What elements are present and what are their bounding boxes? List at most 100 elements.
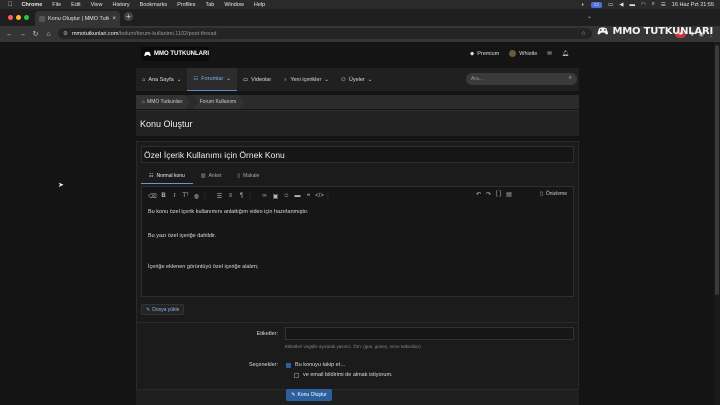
page-title: Konu Oluştur	[140, 119, 193, 129]
chevron-down-icon[interactable]: ⌄	[368, 77, 373, 83]
menu-edit[interactable]: Edit	[71, 2, 80, 8]
page-title-bar: Konu Oluştur	[136, 110, 579, 136]
code-icon[interactable]: </>	[314, 193, 325, 199]
inbox-icon[interactable]: ✉	[547, 51, 552, 57]
drafts-icon[interactable]: ▤	[506, 191, 512, 198]
display-icon[interactable]: ▭	[608, 2, 613, 8]
nav-home[interactable]: ⌂ Ana Sayfa ⌄	[136, 68, 187, 91]
chevron-down-icon[interactable]: ⌄	[324, 77, 329, 83]
browser-tab[interactable]: Konu Oluştur | MMO Tutkunları ×	[35, 11, 120, 26]
redo-icon[interactable]: ↷	[486, 191, 491, 198]
bold-icon[interactable]: B	[158, 193, 169, 199]
attach-files-button[interactable]: ✎ Dosya yükle	[141, 304, 185, 315]
thread-title-input[interactable]: Özel İçerik Kullanımı için Örnek Konu	[141, 146, 574, 163]
more-options-icon[interactable]: ⋮	[202, 193, 208, 200]
palette-icon[interactable]: ◍	[191, 193, 202, 200]
nav-members[interactable]: ⚇ Üyeler ⌄	[335, 68, 378, 91]
tab-article[interactable]: ▯ Makale	[229, 168, 267, 184]
nav-new-content[interactable]: ♁ Yeni içerikler ⌄	[277, 68, 335, 91]
menu-history[interactable]: History	[112, 2, 129, 8]
eraser-icon[interactable]: ⌫	[147, 193, 158, 200]
bbcode-icon[interactable]: [ ]	[496, 191, 501, 198]
nav-members-label: Üyeler	[348, 76, 365, 83]
search-menubar-icon[interactable]: ⌕	[652, 1, 655, 8]
user-account-link[interactable]: Whistle	[509, 50, 537, 57]
status-icon[interactable]: ◐	[581, 2, 584, 8]
nav-forums[interactable]: ☷ Forumlar ⌄	[187, 68, 237, 91]
mouse-cursor: ➤	[58, 182, 64, 189]
favicon-icon	[39, 15, 45, 22]
email-option-label: ve email bildirimi de almak istiyorum.	[303, 372, 393, 378]
tab-article-label: Makale	[243, 173, 260, 179]
preview-button[interactable]: ▯ Önizleme	[540, 191, 567, 197]
chevron-down-icon[interactable]: ⌄	[226, 76, 231, 82]
more-options-icon[interactable]: ⋮	[325, 193, 331, 200]
bookmark-star-icon[interactable]: ☆	[581, 30, 586, 37]
menu-profiles[interactable]: Profiles	[177, 2, 195, 8]
premium-link[interactable]: ◆ Premium	[470, 51, 499, 57]
volume-icon[interactable]: ◀︎	[619, 2, 623, 8]
menu-tab[interactable]: Tab	[205, 2, 214, 8]
forward-icon[interactable]: →	[16, 31, 29, 38]
menubar-clock[interactable]: 16 Haz Pzt 21:55	[672, 2, 714, 8]
back-icon[interactable]: ←	[3, 31, 16, 38]
tab-poll[interactable]: ▥ Anket	[193, 168, 230, 184]
menu-file[interactable]: File	[52, 2, 61, 8]
site-logo-icon	[144, 51, 151, 57]
battery-icon[interactable]: ▬	[629, 2, 635, 8]
address-bar[interactable]: ⚙ mmotutkunlari.com /bolum/forum-kullani…	[58, 28, 592, 39]
menu-bookmarks[interactable]: Bookmarks	[140, 2, 168, 8]
email-option[interactable]: ve email bildirimi de almak istiyorum.	[294, 372, 393, 378]
home-browser-icon[interactable]: ⌂	[42, 31, 55, 38]
breadcrumb-forum[interactable]: Forum Kullanımı	[193, 95, 245, 109]
italic-icon[interactable]: I	[169, 193, 180, 199]
site-logo[interactable]: MMO TUTKUNLARI	[141, 47, 209, 61]
emoji-icon[interactable]: ☺	[281, 193, 292, 199]
tags-input[interactable]	[285, 327, 574, 340]
users-icon: ⚇	[340, 76, 346, 83]
zoom-window-button[interactable]	[24, 15, 29, 20]
search-icon[interactable]: ⌕	[569, 75, 572, 82]
chevron-down-icon[interactable]: ⌄	[177, 77, 182, 83]
control-center-icon[interactable]: ☰	[661, 2, 666, 8]
list-icon[interactable]: ☰	[214, 193, 225, 200]
bell-icon[interactable]: 🔔︎	[562, 51, 569, 57]
reload-icon[interactable]: ↻	[29, 30, 42, 38]
apple-icon[interactable]: 	[8, 2, 13, 8]
new-tab-button[interactable]: +	[124, 12, 133, 21]
rich-text-editor[interactable]: ⌫ B I Tᵀ ◍ ⋮ ☰ ≡ ¶ ⋮ ∞ ▣ ☺ ▬ ❝ </> ⋮ ↶ ↷…	[141, 186, 574, 297]
breadcrumb-home[interactable]: ⌂ MMO Tutkunları	[136, 95, 191, 109]
more-options-icon[interactable]: ⋮	[247, 193, 253, 200]
create-thread-button[interactable]: ✎ Konu Oluştur	[286, 389, 332, 401]
watch-thread-option[interactable]: Bu konuyu takip et…	[286, 362, 346, 368]
link-icon[interactable]: ∞	[259, 193, 270, 199]
watch-thread-label: Bu konuyu takip et…	[295, 362, 346, 368]
nav-videos[interactable]: ▭ Videolar	[237, 68, 277, 91]
tab-normal-thread[interactable]: ☷ Normal konu	[141, 168, 193, 184]
paragraph-icon[interactable]: ¶	[236, 193, 247, 199]
menu-window[interactable]: Window	[224, 2, 244, 8]
email-checkbox[interactable]	[294, 372, 299, 378]
scrollbar-thumb[interactable]	[715, 45, 719, 295]
text-size-icon[interactable]: Tᵀ	[180, 193, 191, 199]
macos-menubar:  Chrome File Edit View History Bookmark…	[0, 0, 720, 9]
image-icon[interactable]: ▣	[270, 193, 281, 200]
nav-videos-label: Videolar	[251, 76, 272, 83]
minimize-window-button[interactable]	[16, 15, 21, 20]
menu-app-name[interactable]: Chrome	[22, 2, 43, 8]
search-input[interactable]: Ara... ⌕	[466, 73, 577, 85]
quote-icon[interactable]: ❝	[303, 193, 314, 200]
media-icon[interactable]: ▬	[292, 193, 303, 199]
align-icon[interactable]: ≡	[225, 193, 236, 199]
close-tab-icon[interactable]: ×	[112, 16, 120, 22]
watch-thread-checkbox[interactable]	[286, 362, 291, 368]
undo-icon[interactable]: ↶	[476, 191, 481, 198]
breadcrumb-home-label: MMO Tutkunları	[147, 99, 183, 105]
tab-search-icon[interactable]: ⌄	[587, 13, 592, 20]
close-window-button[interactable]	[8, 15, 13, 20]
menu-view[interactable]: View	[91, 2, 103, 8]
menu-help[interactable]: Help	[254, 2, 265, 8]
site-info-icon[interactable]: ⚙	[63, 31, 68, 37]
screen-record-icon[interactable]: ▭	[590, 1, 603, 8]
wifi-icon[interactable]: ◠	[641, 2, 646, 8]
